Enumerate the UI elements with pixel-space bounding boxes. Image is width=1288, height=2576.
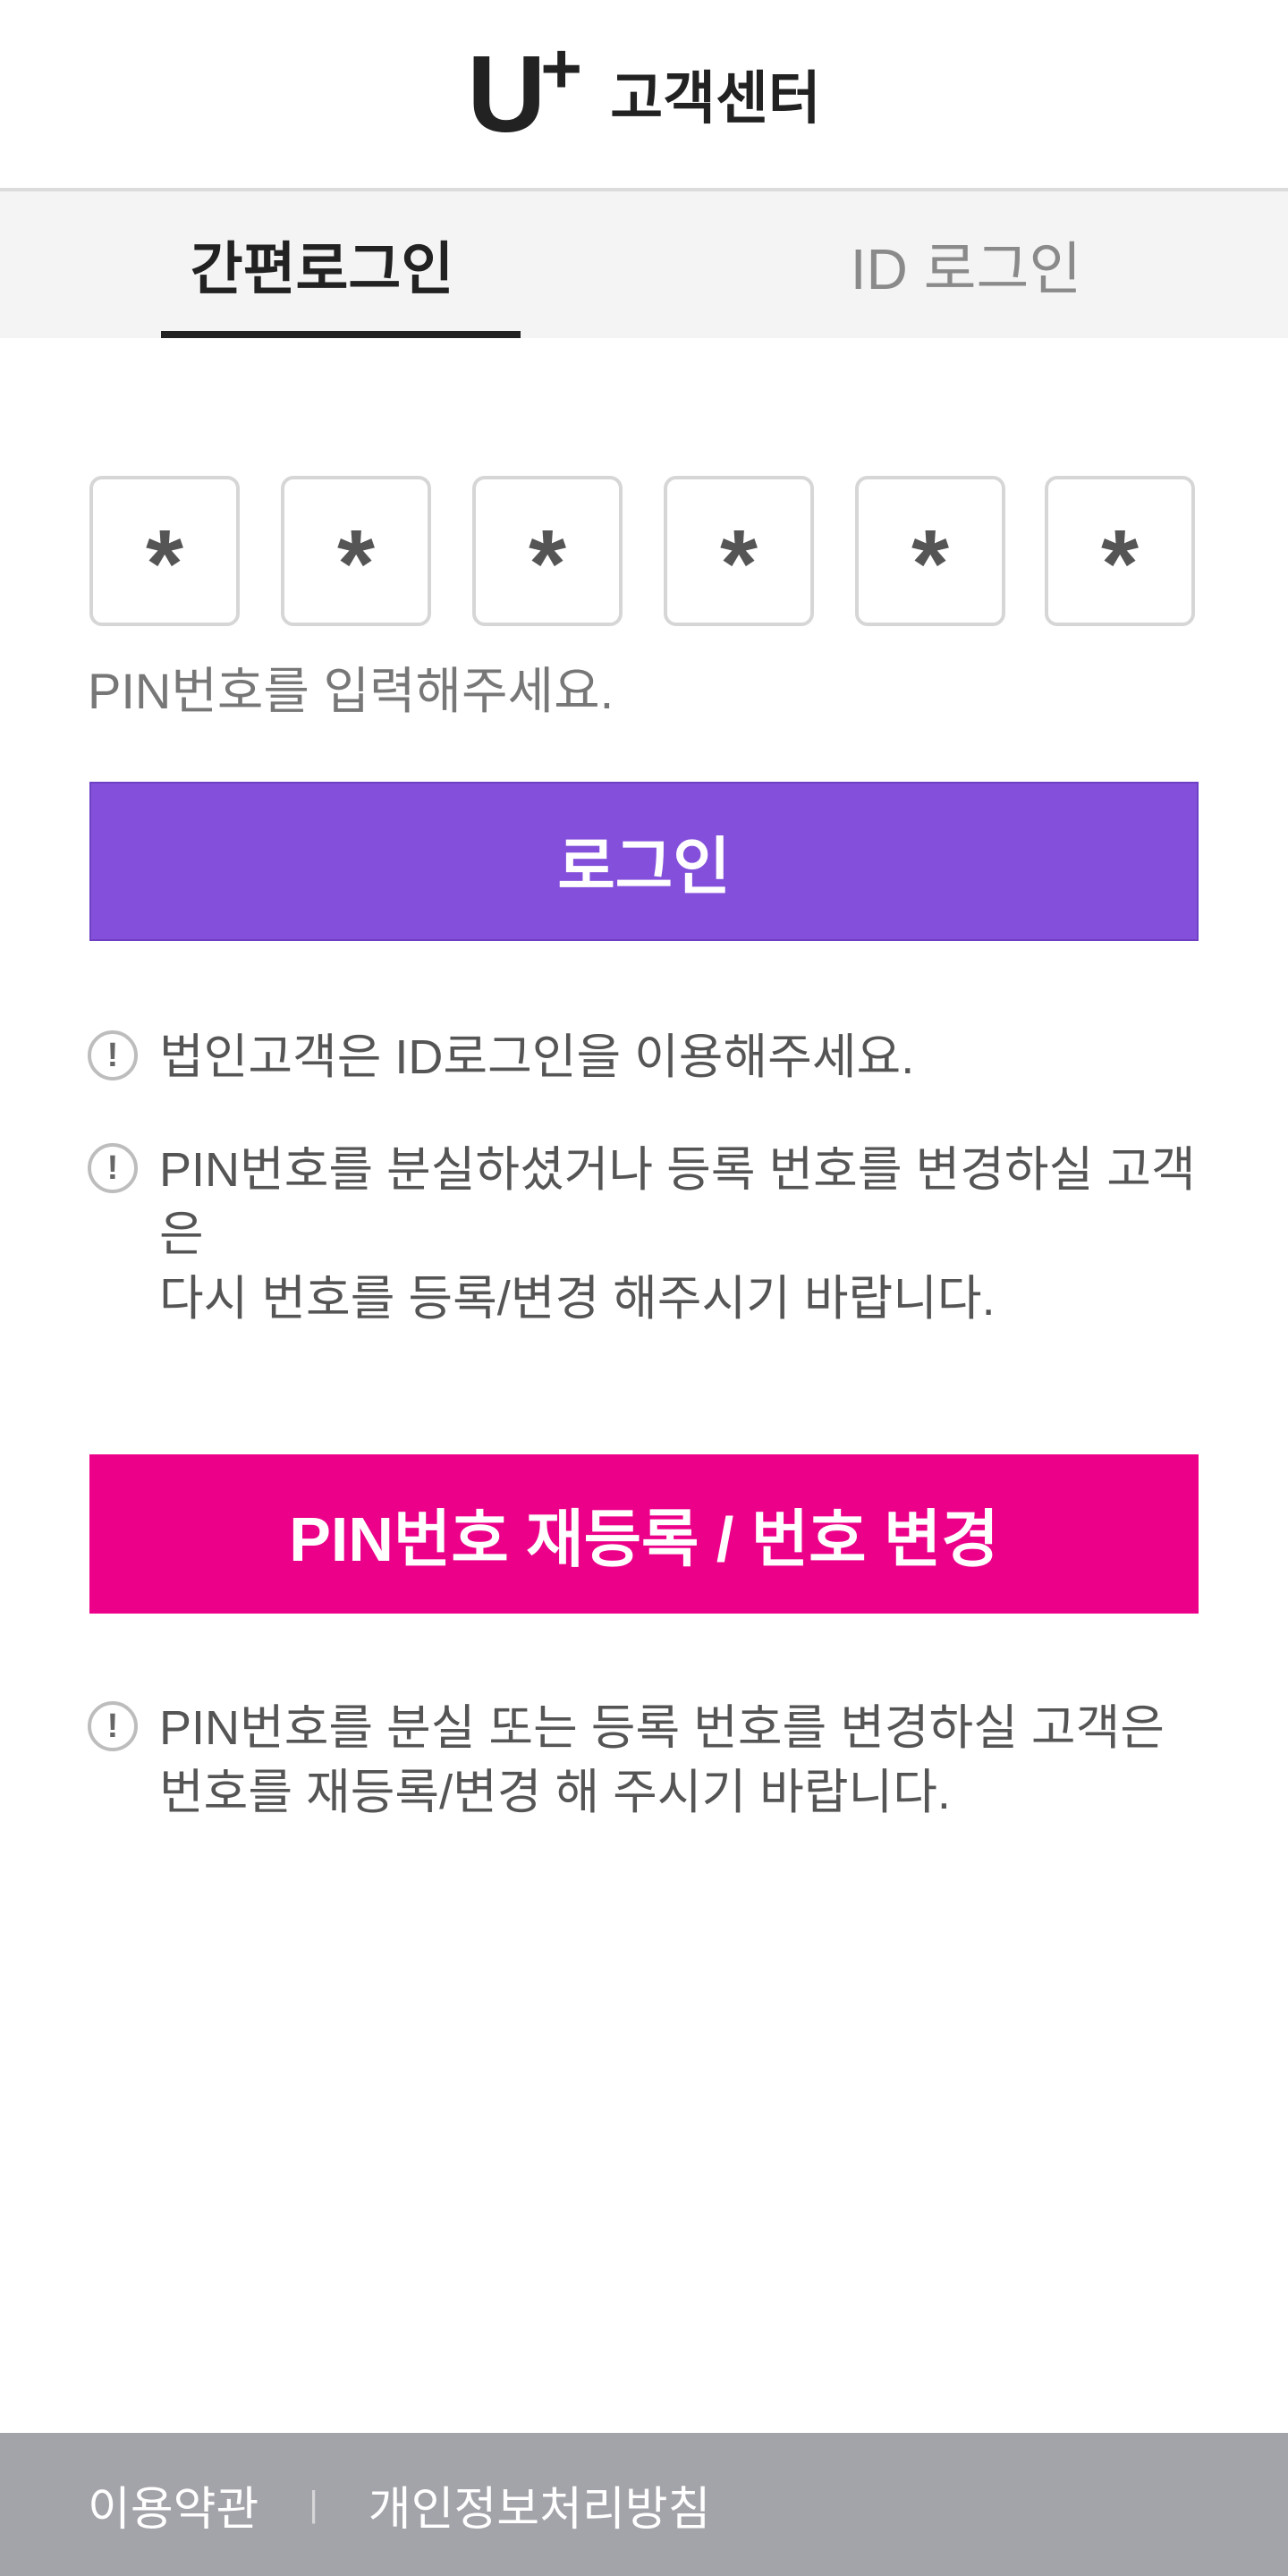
pin-digit-3[interactable]: * [472, 476, 623, 626]
pin-hint-text: PIN번호를 입력해주세요. [88, 663, 614, 719]
tab-simple-login[interactable]: 간편로그인 [0, 191, 644, 338]
pin-reregister-button[interactable]: PIN번호 재등록 / 번호 변경 [89, 1454, 1199, 1614]
pin-digit-4[interactable]: * [664, 476, 814, 626]
terms-of-use-link[interactable]: 이용약관 [88, 2471, 258, 2538]
exclamation-icon: ! [88, 1143, 138, 1193]
exclamation-icon: ! [88, 1701, 138, 1751]
notice-corporate-text: 법인고객은 ID로그인을 이용해주세요. [159, 1025, 914, 1089]
notice-line: 다시 번호를 등록/변경 해주시기 바랍니다. [159, 1272, 996, 1326]
pin-digit-2[interactable]: * [281, 476, 431, 626]
tab-simple-login-label: 간편로그인 [190, 237, 454, 301]
notice-reregister-text: PIN번호를 분실 또는 등록 번호를 변경하실 고객은 번호를 재등록/변경 … [159, 1696, 1165, 1825]
notice-line: PIN번호를 분실하셨거나 등록 번호를 변경하실 고객은 [159, 1143, 1196, 1261]
active-tab-indicator [161, 331, 521, 338]
header: U + 고객센터 [0, 0, 1288, 191]
notice-lost-pin-text: PIN번호를 분실하셨거나 등록 번호를 변경하실 고객은 다시 번호를 등록/… [159, 1138, 1215, 1331]
footer-divider: | [309, 2484, 318, 2524]
notice-lost-pin: ! PIN번호를 분실하셨거나 등록 번호를 변경하실 고객은 다시 번호를 등… [88, 1138, 1215, 1331]
tab-id-login-label: ID 로그인 [850, 237, 1082, 301]
logo-u: U [467, 33, 547, 155]
pin-mask: * [336, 509, 376, 617]
notice-reregister: ! PIN번호를 분실 또는 등록 번호를 변경하실 고객은 번호를 재등록/변… [88, 1696, 1215, 1825]
pin-digit-6[interactable]: * [1045, 476, 1195, 626]
notice-line: 번호를 재등록/변경 해 주시기 바랍니다. [159, 1766, 951, 1819]
footer: 이용약관 | 개인정보처리방침 [0, 2433, 1288, 2576]
pin-mask: * [911, 509, 950, 617]
logo-plus: + [540, 29, 582, 108]
pin-mask: * [1100, 509, 1140, 617]
pin-digit-5[interactable]: * [855, 476, 1005, 626]
notice-line: 법인고객은 ID로그인을 이용해주세요. [159, 1030, 915, 1084]
uplus-logo[interactable]: U + 고객센터 [467, 33, 821, 155]
pin-mask: * [528, 509, 567, 617]
login-button[interactable]: 로그인 [89, 782, 1199, 941]
tab-id-login[interactable]: ID 로그인 [644, 191, 1288, 338]
uplus-logo-icon: U + [467, 33, 583, 155]
privacy-policy-link[interactable]: 개인정보처리방침 [369, 2471, 711, 2538]
pin-digit-1[interactable]: * [89, 476, 240, 626]
pin-mask: * [145, 509, 184, 617]
page-title: 고객센터 [610, 66, 821, 131]
exclamation-icon: ! [88, 1030, 138, 1080]
pin-input-group: * * * * * * [89, 476, 1199, 630]
login-tabs: 간편로그인 ID 로그인 [0, 191, 1288, 338]
pin-mask: * [719, 509, 758, 617]
notice-line: PIN번호를 분실 또는 등록 번호를 변경하실 고객은 [159, 1701, 1165, 1755]
notice-corporate: ! 법인고객은 ID로그인을 이용해주세요. [88, 1025, 1215, 1089]
